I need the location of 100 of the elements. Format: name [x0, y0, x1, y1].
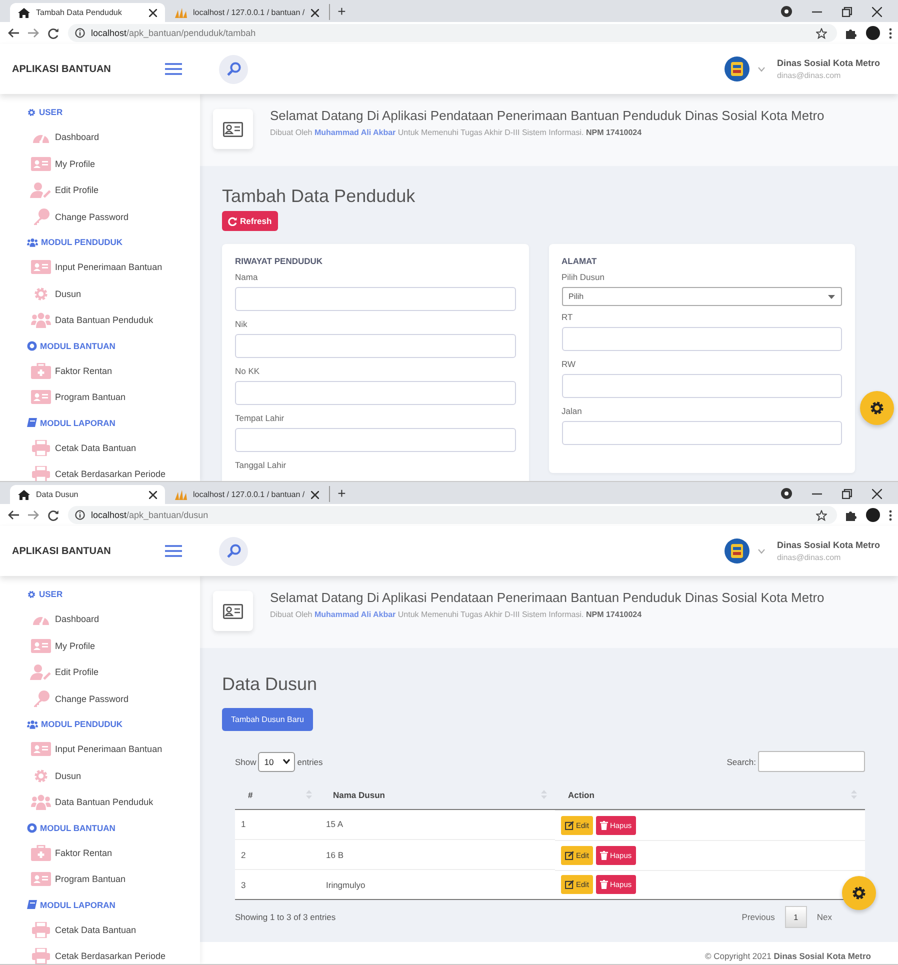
input-field[interactable]: [235, 381, 516, 405]
restore-icon[interactable]: [842, 7, 852, 17]
settings-button[interactable]: [842, 876, 876, 910]
dropdown[interactable]: Pilih: [562, 287, 842, 306]
info-icon: [75, 28, 85, 38]
input-field[interactable]: [562, 421, 842, 445]
avatar-icon[interactable]: [866, 508, 880, 522]
section-heading: USER: [39, 107, 63, 117]
address-field[interactable]: localhost/apk_bantuan/dusun: [68, 506, 837, 524]
sidebar-item[interactable]: Edit Profile: [55, 185, 99, 196]
address-field[interactable]: localhost/apk_bantuan/penduduk/tambah: [68, 24, 837, 42]
new-tab-button[interactable]: +: [328, 4, 354, 20]
sidebar-item[interactable]: Dashboard: [55, 614, 100, 624]
refresh-button[interactable]: Refresh: [222, 211, 278, 231]
credit-text: Dibuat Oleh Muhammad Ali Akbar Untuk Memenuhi Tugas Akhir D-III Sistem Informasi. NPM 17410024: [270, 610, 643, 619]
sidebar-item[interactable]: Cetak Berdasarkan Periode: [55, 951, 166, 962]
star-icon[interactable]: [816, 28, 827, 38]
search-button[interactable]: [219, 536, 248, 566]
column-header[interactable]: #: [248, 790, 253, 800]
settings-button[interactable]: [860, 391, 894, 425]
search-button[interactable]: [219, 54, 248, 84]
page-title: Data Dusun: [222, 674, 318, 695]
entries-dropdown[interactable]: 10: [258, 752, 296, 772]
url-text: localhost/apk_bantuan/dusun: [91, 510, 208, 520]
next-link[interactable]: Nex: [816, 912, 832, 922]
tab-title: Tambah Data Penduduk: [36, 8, 123, 17]
sort-icon: [851, 790, 857, 800]
sidebar-item[interactable]: Program Bantuan: [55, 874, 126, 884]
sidebar-item[interactable]: My Profile: [55, 640, 96, 651]
add-button[interactable]: Tambah Dusun Baru: [222, 708, 313, 731]
puzzle-icon[interactable]: [846, 28, 857, 38]
sidebar-item[interactable]: Change Password: [55, 694, 129, 704]
sidebar-item[interactable]: Faktor Rentan: [55, 366, 112, 376]
input-field[interactable]: [235, 287, 516, 311]
sidebar-item[interactable]: Cetak Data Bantuan: [55, 924, 136, 935]
users-icon: [27, 238, 38, 246]
user-name[interactable]: Dinas Sosial Kota Metro: [776, 540, 880, 550]
browser-tab[interactable]: localhost / 127.0.0.1 / bantuan /: [167, 3, 327, 22]
sidebar-item[interactable]: Dusun: [55, 288, 82, 299]
id-card-icon: [31, 872, 51, 886]
close-icon[interactable]: [310, 8, 319, 16]
media-icon[interactable]: [781, 488, 792, 499]
media-icon[interactable]: [781, 6, 792, 17]
column-header[interactable]: Nama Dusun: [333, 790, 385, 800]
entries-label: entries: [297, 756, 323, 766]
sidebar-item[interactable]: Edit Profile: [55, 667, 99, 678]
search-icon: [226, 544, 240, 558]
sidebar-item[interactable]: Faktor Rentan: [55, 848, 112, 858]
close-icon[interactable]: [310, 490, 319, 498]
browser-tab[interactable]: localhost / 127.0.0.1 / bantuan /: [167, 485, 327, 504]
input-field[interactable]: [562, 327, 842, 351]
browser-tab[interactable]: Data Dusun: [10, 485, 165, 504]
sidebar-item[interactable]: Dashboard: [55, 132, 100, 142]
page-button[interactable]: 1: [784, 906, 807, 928]
column-header[interactable]: Action: [568, 790, 594, 800]
previous-link[interactable]: Previous: [742, 912, 775, 922]
brand-title[interactable]: APLIKASI BANTUAN: [12, 64, 111, 74]
avatar-icon[interactable]: [866, 26, 880, 40]
forward-icon[interactable]: [28, 28, 39, 38]
menu-icon[interactable]: [165, 545, 182, 557]
reload-icon[interactable]: [48, 510, 59, 520]
sidebar-item[interactable]: Cetak Data Bantuan: [55, 442, 136, 453]
field-label: Nama: [235, 272, 259, 282]
input-field[interactable]: [235, 334, 516, 358]
brand-title[interactable]: APLIKASI BANTUAN: [12, 546, 111, 556]
browser-tab[interactable]: Tambah Data Penduduk: [10, 3, 165, 22]
close-icon[interactable]: [872, 7, 882, 17]
user-name[interactable]: Dinas Sosial Kota Metro: [776, 58, 880, 68]
circle-icon: [27, 340, 37, 350]
sidebar-item[interactable]: Cetak Berdasarkan Periode: [55, 469, 166, 480]
input-field[interactable]: [235, 428, 516, 452]
sidebar-item[interactable]: Dusun: [55, 770, 82, 781]
sidebar-item[interactable]: Change Password: [55, 212, 129, 222]
key-icon: [32, 690, 50, 708]
sidebar-item[interactable]: My Profile: [55, 158, 96, 169]
sidebar-item[interactable]: Program Bantuan: [55, 392, 126, 402]
sort-icon: [306, 790, 312, 800]
sidebar-item[interactable]: Input Penerimaan Bantuan: [55, 744, 162, 754]
back-icon[interactable]: [8, 510, 19, 520]
emblem-icon[interactable]: [724, 56, 750, 82]
close-icon[interactable]: [149, 8, 157, 16]
back-icon[interactable]: [8, 28, 19, 38]
emblem-icon[interactable]: [724, 538, 750, 564]
sidebar-item[interactable]: Data Bantuan Penduduk: [55, 315, 154, 326]
sidebar-item[interactable]: Data Bantuan Penduduk: [55, 797, 154, 808]
printer-icon: [32, 440, 50, 456]
new-tab-button[interactable]: +: [328, 486, 354, 502]
star-icon[interactable]: [816, 510, 827, 520]
more-icon[interactable]: [889, 28, 892, 38]
menu-icon[interactable]: [165, 63, 182, 75]
input-field[interactable]: [562, 374, 842, 398]
sidebar-item[interactable]: Input Penerimaan Bantuan: [55, 262, 162, 272]
search-field[interactable]: [758, 751, 865, 772]
reload-icon[interactable]: [48, 28, 59, 38]
puzzle-icon[interactable]: [846, 510, 857, 520]
more-icon[interactable]: [889, 510, 892, 520]
restore-icon[interactable]: [842, 489, 852, 499]
close-icon[interactable]: [872, 489, 882, 499]
close-icon[interactable]: [149, 490, 157, 498]
forward-icon[interactable]: [28, 510, 39, 520]
